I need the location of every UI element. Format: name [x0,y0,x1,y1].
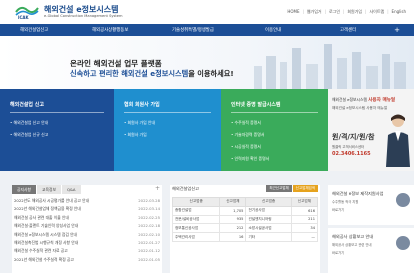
card-link[interactable]: 수주실적 증명서 [231,120,269,126]
recent-registrants-button[interactable]: 최근신고업체 [266,185,292,192]
card-link[interactable]: 회원사 가입 안내 [124,120,156,126]
utility-links: HOME | 웹가입거 | 로그인 | 회원가입 | 사이트맵 | Englis… [287,9,406,15]
notice-tabs: 공지사항 교육정보 Q&A [12,185,82,194]
list-item[interactable]: 해외건설촉진법 시행규칙 개정 사항 안내 2022.01.27 [14,240,160,248]
table-header: 신고업체 [290,197,319,207]
util-link-sitemap[interactable]: 사이트맵 [369,9,384,15]
table-row: 주택관리사업 16 기타 — [171,232,319,242]
list-item[interactable]: 2022년 해외건설업체 정책금융 확정 안내 2022.03.14 [14,206,160,214]
card-construction-report[interactable]: 해외건설업 신고 해외건설업 신고 안내 해외건설업 신규 신고 [0,89,114,171]
promo-sub: 해외건설 e정보시스템 사용자 매뉴얼 [332,106,388,110]
table-row: 전문/설비공사업 935 건설엔지니어링 211 [171,214,319,225]
table-header: 신고업체 [219,197,247,207]
rbox-link[interactable]: 바로가기 [332,250,344,255]
promo-phone: 02.3406.1165 [332,151,371,157]
table-header: 신고업종 [245,197,292,207]
notice-panel: 공지사항 교육정보 Q&A + 2022년도 해외공사 시공평가를 안내 공고 … [12,185,162,273]
rbox-sub: 수주활동 적극 지원 [332,200,359,204]
card-title: 협회 회원사 가입 [124,102,160,108]
list-item[interactable]: 2021년 해외건설 수주실적 확정 공고 2022.01.05 [14,257,160,265]
card-title: 해외건설업 신고 [10,102,44,108]
registry-panel: 해외건설업신고 최근신고업체 신고업체검색 신고업종 신고업체 신고업종 신고업… [170,185,320,273]
manual-promo[interactable]: 해외건설 e정보시스템 사용자 매뉴얼 해외건설 e정보시스템 사용자 매뉴얼 … [328,89,414,171]
hero-rest-text: 을 이용하세요! [188,69,234,78]
hero-banner: 온라인 해외건설 업무 플랫폼 신속하고 편리한 해외건설 e정보시스템을 이용… [0,36,414,89]
list-item[interactable]: 해외건설 e정보시스템 시스템 점검 안내 2022.02.10 [14,232,160,240]
globe-icon [396,193,410,207]
tab-education[interactable]: 교육정보 [36,185,61,194]
notice-more-button[interactable]: + [155,185,160,192]
promo-desc: 원클릭 고객서비스센터 [332,145,365,149]
promo-big: 원/격/지/원/참 [332,133,375,141]
card-link[interactable]: 인력지원 확인 증명서 [231,156,270,162]
util-link-home[interactable]: HOME [287,9,299,15]
nav-item-status[interactable]: 해외공사상황행동보 [92,27,128,33]
logo[interactable]: ICAK 해외건설 e정보시스템 e-Global Construction M… [14,4,142,22]
list-item[interactable]: 해외건설 수주실적 관련 자료 공고 2022.01.12 [14,248,160,256]
hero-accent-text: 신속하고 편리한 해외건설 e정보시스템 [70,69,189,78]
util-link-english[interactable]: English [392,9,406,15]
nav-plus-button[interactable]: + [392,24,402,36]
nav-item-support[interactable]: 고객센터 [340,27,356,33]
card-certificate[interactable]: 인터넷 증명 발급시스템 수주실적 증명서 기술자경력 증명서 시공실적 증명서… [221,89,328,171]
util-link-2[interactable]: 웹가입거 [307,9,322,15]
card-link[interactable]: 기술자경력 증명서 [231,132,269,138]
table-header: 신고업종 [171,197,221,207]
nav-item-certificate[interactable]: 기술성취특별/평생발급 [172,27,214,33]
rbox-title: 해외공사 상황보고 안내 [332,234,374,239]
card-link[interactable]: 시공실적 증명서 [231,144,269,150]
city-skyline-image [254,44,406,89]
util-link-login[interactable]: 로그인 [329,9,340,15]
list-item[interactable]: 해외건설·플랜트 기술인력 양성사업 안내 2022.02.18 [14,223,160,231]
list-item[interactable]: 해외건설 공사 관련 대출 이율 안내 2022.02.25 [14,215,160,223]
logo-subtitle: e-Global Construction Management System [44,14,123,18]
card-link[interactable]: 해외건설업 신고 안내 [10,120,49,126]
registry-title: 해외건설업신고 [172,186,199,191]
notice-list: 2022년도 해외공사 시공평가를 안내 공고 안내 2022.03.28 202… [14,198,160,265]
list-item[interactable]: 2022년도 해외공사 시공평가를 안내 공고 안내 2022.03.28 [14,198,160,206]
logo-abbr: ICAK [18,15,29,20]
card-member-join[interactable]: 협회 회원사 가입 회원사 가입 안내 회원사 가입 [114,89,221,171]
hero-headline: 온라인 해외건설 업무 플랫폼 [70,59,162,68]
card-title: 인터넷 증명 발급시스템 [231,102,281,108]
tab-qna[interactable]: Q&A [61,185,81,194]
document-icon [396,236,410,250]
table-row: 종합건설업 1,705 전기공사업 616 [171,205,319,216]
table-row: 정보통신공사업 212 소방시설공사업 34 [171,223,319,234]
person-image [386,114,410,167]
nav-item-report[interactable]: 해외건설업신고 [20,27,48,33]
card-link[interactable]: 회원사 가입 [124,132,155,138]
nav-item-guide[interactable]: 이용안내 [265,27,281,33]
header: ICAK 해외건설 e정보시스템 e-Global Construction M… [0,0,414,24]
util-link-join[interactable]: 회원가입 [347,9,362,15]
promo-heading: 해외건설 e정보시스템 사용자 매뉴얼 [332,97,396,103]
rbox-sub: 해외공사 상황보고 관련 안내 [332,243,372,247]
rbox-title: 해외건설 e정보 제작지원사업 [332,191,384,196]
hero-subheadline: 신속하고 편리한 해외건설 e정보시스템을 이용하세요! [70,69,234,79]
page: ICAK 해외건설 e정보시스템 e-Global Construction M… [0,0,414,273]
card-link[interactable]: 해외건설업 신규 신고 [10,132,49,138]
tab-notice[interactable]: 공지사항 [12,185,36,194]
status-report-box[interactable]: 해외공사 상황보고 안내 해외공사 상황보고 관련 안내 바로가기 [328,228,414,273]
promo-accent: 사용자 매뉴얼 [368,98,396,103]
support-program-box[interactable]: 해외건설 e정보 제작지원사업 수주활동 적극 지원 바로가기 [328,185,414,225]
search-registrants-button[interactable]: 신고업체검색 [292,185,318,192]
registry-table: 신고업종 신고업체 신고업종 신고업체 종합건설업 1,705 전기공사업 61… [171,197,319,242]
rbox-link[interactable]: 바로가기 [332,207,344,212]
main-nav: 해외건설업신고 해외공사상황행동보 기술성취특별/평생발급 이용안내 고객센터 … [0,24,414,36]
